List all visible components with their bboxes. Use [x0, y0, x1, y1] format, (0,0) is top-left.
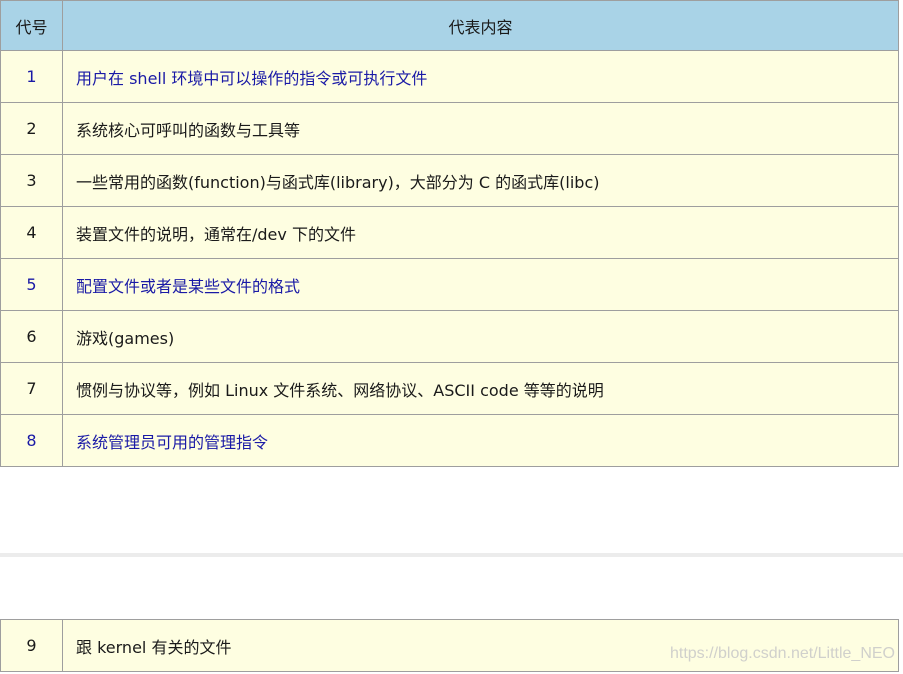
watermark-text: https://blog.csdn.net/Little_NEO	[669, 645, 895, 662]
header-meaning: 代表内容	[62, 0, 899, 51]
table-row: 8 系统管理员可用的管理指令	[0, 414, 899, 467]
table-row: 5 配置文件或者是某些文件的格式	[0, 258, 899, 311]
row-text: 系统核心可呼叫的函数与工具等	[62, 102, 899, 155]
table-row: 4 装置文件的说明，通常在/dev 下的文件	[0, 206, 899, 259]
row-code: 1	[0, 50, 63, 103]
table-row: 6 游戏(games)	[0, 310, 899, 363]
table-header-row: 代号 代表内容	[0, 0, 899, 51]
row-text: 惯例与协议等，例如 Linux 文件系统、网络协议、ASCII code 等等的…	[62, 362, 899, 415]
header-code: 代号	[0, 0, 63, 51]
table-row: 2 系统核心可呼叫的函数与工具等	[0, 102, 899, 155]
row-text: 配置文件或者是某些文件的格式	[62, 258, 899, 311]
manual-sections-table: 代号 代表内容 1 用户在 shell 环境中可以操作的指令或可执行文件 2 系…	[0, 0, 899, 467]
table-row: 1 用户在 shell 环境中可以操作的指令或可执行文件	[0, 50, 899, 103]
row-text: 用户在 shell 环境中可以操作的指令或可执行文件	[62, 50, 899, 103]
row-text: 装置文件的说明，通常在/dev 下的文件	[62, 206, 899, 259]
row-code: 2	[0, 102, 63, 155]
row-text: 系统管理员可用的管理指令	[62, 414, 899, 467]
row-code: 6	[0, 310, 63, 363]
row-code: 4	[0, 206, 63, 259]
row-text: 一些常用的函数(function)与函式库(library)，大部分为 C 的函…	[62, 154, 899, 207]
table-row: 7 惯例与协议等，例如 Linux 文件系统、网络协议、ASCII code 等…	[0, 362, 899, 415]
section-divider	[0, 553, 903, 557]
row-code: 8	[0, 414, 63, 467]
row-code: 5	[0, 258, 63, 311]
row-code: 3	[0, 154, 63, 207]
row-code: 9	[0, 619, 63, 672]
row-text: 游戏(games)	[62, 310, 899, 363]
table-row: 3 一些常用的函数(function)与函式库(library)，大部分为 C …	[0, 154, 899, 207]
row-code: 7	[0, 362, 63, 415]
